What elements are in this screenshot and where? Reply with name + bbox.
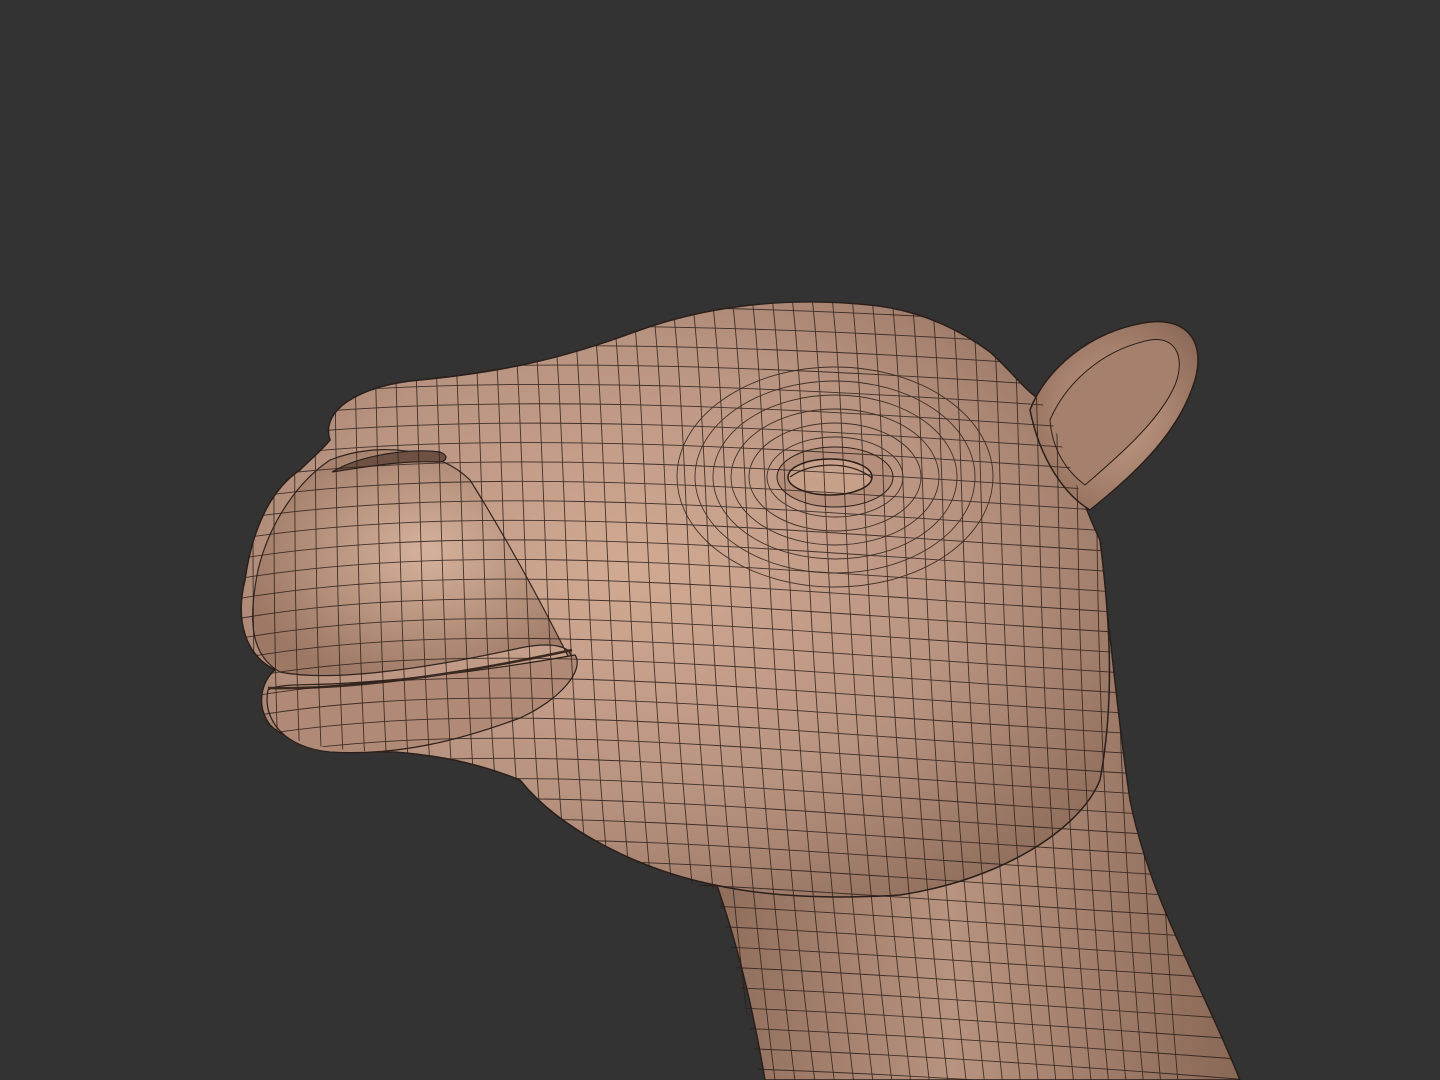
eye-shape <box>787 458 873 496</box>
camel-head-render <box>240 301 1241 1080</box>
3d-viewport[interactable] <box>0 0 1440 1080</box>
